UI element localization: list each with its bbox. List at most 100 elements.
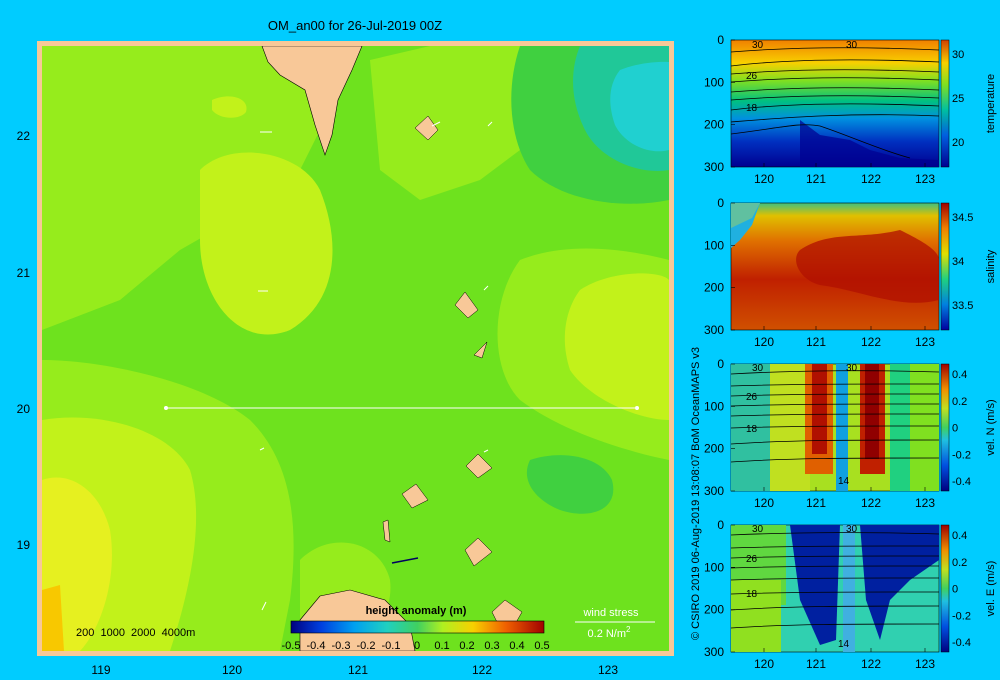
panel-y-tick: 100 — [704, 560, 724, 574]
panel-x-tick: 120 — [754, 496, 774, 510]
panel-colorbar-tick: 30 — [952, 49, 964, 61]
svg-text:30: 30 — [846, 40, 858, 51]
panel-x-tick: 120 — [754, 172, 774, 186]
panel-colorbar-tick: 34.5 — [952, 212, 973, 224]
colorbar-tick: -0.4 — [307, 640, 326, 652]
svg-text:30: 30 — [752, 363, 764, 374]
colorbar-tick: 0.4 — [509, 640, 524, 652]
panel-colorbar-tick: 20 — [952, 137, 964, 149]
panel-colorbar — [940, 39, 950, 168]
panel-colorbar — [940, 363, 950, 492]
section-line-end — [635, 406, 639, 410]
panel-y-tick: 300 — [704, 160, 724, 174]
panel-temperature: 30 26 18 30 — [730, 39, 940, 168]
panel-colorbar-tick: 0.2 — [952, 396, 967, 408]
svg-text:30: 30 — [752, 524, 764, 535]
colorbar-tick: 0.5 — [534, 640, 549, 652]
colorbar-tick: 0.1 — [434, 640, 449, 652]
panel-vel-n: 30 26 18 14 30 — [730, 363, 940, 492]
section-line-start — [164, 406, 168, 410]
map-y-tick: 19 — [17, 538, 31, 552]
panel-y-tick: 0 — [717, 518, 724, 532]
panel-y-tick: 200 — [704, 442, 724, 456]
panel-y-tick: 300 — [704, 645, 724, 659]
panel-colorbar-tick: 25 — [952, 93, 964, 105]
panel-salinity — [730, 202, 940, 331]
map-x-tick: 123 — [598, 663, 618, 677]
height-colorbar — [290, 620, 545, 634]
panel-colorbar-tick: 0 — [952, 423, 958, 435]
panel-y-tick: 0 — [717, 196, 724, 210]
panel-colorbar-tick: -0.4 — [952, 476, 971, 488]
svg-text:18: 18 — [746, 103, 758, 114]
colorbar-ticks: -0.5 -0.4 -0.3 -0.2 -0.1 0 0.1 0.2 0.3 0… — [282, 640, 550, 652]
panel-vel-e: 30 26 18 14 30 — [730, 524, 940, 653]
panel-y-tick: 300 — [704, 323, 724, 337]
svg-text:30: 30 — [846, 524, 858, 535]
svg-text:26: 26 — [746, 392, 758, 403]
panel-x-tick: 122 — [861, 172, 881, 186]
panel-x-tick: 123 — [915, 172, 935, 186]
panel-x-tick: 122 — [861, 496, 881, 510]
svg-text:18: 18 — [746, 589, 758, 600]
panel-x-tick: 121 — [806, 657, 826, 671]
panel-colorbar-tick: 0.4 — [952, 530, 967, 542]
panel-y-tick: 200 — [704, 281, 724, 295]
svg-text:26: 26 — [746, 71, 758, 82]
colorbar-title: height anomaly (m) — [366, 605, 467, 617]
panel-x-tick: 122 — [861, 335, 881, 349]
panel-colorbar-tick: 0 — [952, 584, 958, 596]
panel-y-tick: 100 — [704, 75, 724, 89]
panel-colorbar-tick: 0.2 — [952, 557, 967, 569]
map-y-tick: 22 — [17, 129, 31, 143]
colorbar-tick: 0.3 — [484, 640, 499, 652]
panel-x-tick: 123 — [915, 496, 935, 510]
panel-side-label: vel. E (m/s) — [985, 561, 997, 617]
svg-text:30: 30 — [846, 363, 858, 374]
colorbar-tick: 0 — [414, 640, 420, 652]
panel-x-tick: 123 — [915, 335, 935, 349]
panel-side-label: temperature — [985, 74, 997, 133]
wind-scale-label: 0.2 N/m2 — [588, 625, 632, 640]
panel-colorbar-tick: -0.2 — [952, 610, 971, 622]
panel-x-tick: 121 — [806, 496, 826, 510]
panel-colorbar — [940, 524, 950, 653]
panel-colorbar — [940, 202, 950, 331]
credit-text: © CSIRO 2019 06-Aug-2019 13:08:07 BoM Oc… — [690, 347, 702, 640]
panel-side-label: vel. N (m/s) — [985, 399, 997, 455]
map-x-tick: 120 — [222, 663, 242, 677]
panel-x-tick: 123 — [915, 657, 935, 671]
colorbar-tick: 0.2 — [459, 640, 474, 652]
panel-y-tick: 0 — [717, 357, 724, 371]
svg-text:18: 18 — [746, 424, 758, 435]
wind-stress-label: wind stress — [582, 607, 639, 619]
map-x-tick: 119 — [91, 663, 110, 677]
panel-x-tick: 120 — [754, 657, 774, 671]
panel-x-tick: 121 — [806, 335, 826, 349]
panel-colorbar-tick: 34 — [952, 256, 964, 268]
panel-y-tick: 100 — [704, 399, 724, 413]
panel-y-tick: 200 — [704, 603, 724, 617]
panel-colorbar-tick: 0.4 — [952, 369, 967, 381]
map-x-tick: 121 — [348, 663, 368, 677]
map-y-tick: 21 — [17, 266, 31, 280]
svg-text:14: 14 — [838, 476, 850, 487]
panel-x-tick: 121 — [806, 172, 826, 186]
panel-side-label: salinity — [985, 249, 997, 283]
panel-colorbar-tick: -0.4 — [952, 637, 971, 649]
colorbar-tick: -0.2 — [357, 640, 376, 652]
svg-text:30: 30 — [752, 40, 764, 51]
panel-y-tick: 100 — [704, 238, 724, 252]
panel-y-tick: 0 — [717, 33, 724, 47]
panel-y-tick: 300 — [704, 484, 724, 498]
depth-legend: 200 1000 2000 4000m — [76, 627, 195, 639]
colorbar-tick: -0.5 — [282, 640, 301, 652]
panel-x-tick: 120 — [754, 335, 774, 349]
map-y-tick: 20 — [17, 402, 31, 416]
page-title: OM_an00 for 26-Jul-2019 00Z — [268, 18, 442, 33]
panel-y-tick: 200 — [704, 118, 724, 132]
svg-text:14: 14 — [838, 639, 850, 650]
colorbar-tick: -0.3 — [332, 640, 351, 652]
colorbar-tick: -0.1 — [382, 640, 401, 652]
map-x-tick: 122 — [472, 663, 492, 677]
